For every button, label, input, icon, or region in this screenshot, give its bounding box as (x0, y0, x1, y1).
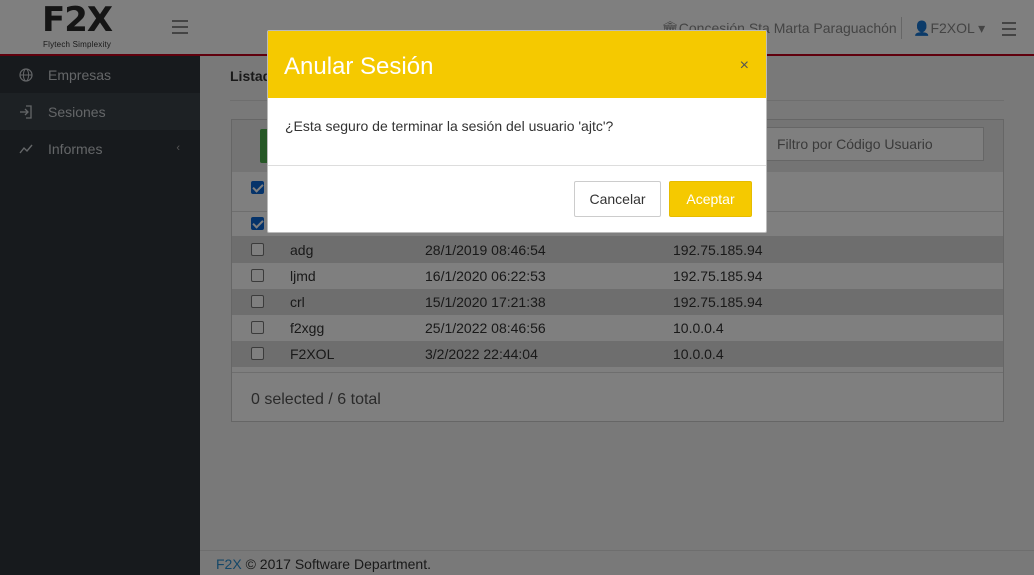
dialog-message: ¿Esta seguro de terminar la sesión del u… (285, 118, 614, 134)
accept-button[interactable]: Aceptar (669, 181, 752, 217)
confirm-dialog: Anular Sesión × ¿Esta seguro de terminar… (267, 30, 767, 233)
close-icon[interactable]: × (740, 58, 749, 74)
cancel-button[interactable]: Cancelar (574, 181, 661, 217)
dialog-header: Anular Sesión × (268, 31, 766, 98)
dialog-body: ¿Esta seguro de terminar la sesión del u… (268, 98, 766, 166)
dialog-title: Anular Sesión (284, 53, 434, 80)
